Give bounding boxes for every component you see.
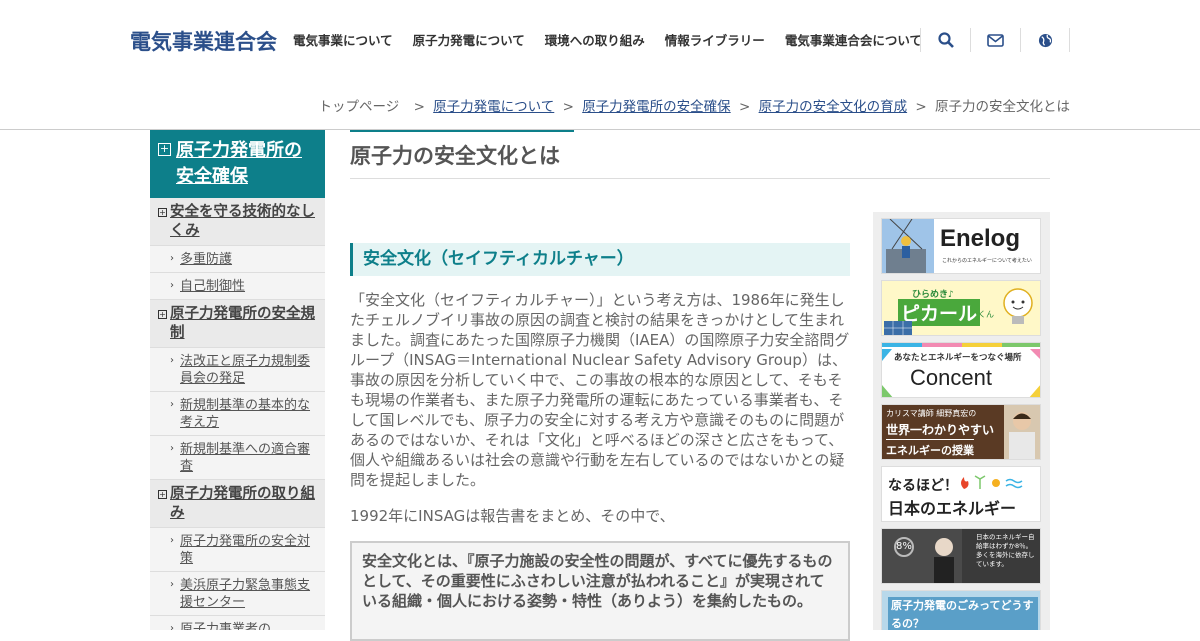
sidebar-category-initiatives[interactable]: + 原子力発電所の取り組み [150,480,325,528]
breadcrumb-home[interactable]: トップページ [319,99,400,115]
sidebar-item-self-control[interactable]: › 自己制御性 [150,273,325,300]
banner-column: Enelog これからのエネルギーについて考えたい ひらめき♪ ピカール くん … [873,212,1050,630]
self-sufficiency-text: 日本のエネルギー自給率はわずか8％。多くを海外に依存しています。 [976,533,1035,568]
sidebar-item-mihama-center[interactable]: › 美浜原子力緊急事態支援センター [150,572,325,616]
definition-box: 安全文化とは、『原子力施設の安全性の問題が、すべてに優先するものとして、その重要… [350,541,850,641]
lecture-title: 世界一わかりやすい [886,423,995,437]
sidebar-head[interactable]: + 原子力発電所の安全確保 [150,130,325,198]
search-button[interactable] [920,28,970,52]
breadcrumb-culture[interactable]: 原子力の安全文化の育成 [759,99,908,115]
sidebar: + 原子力発電所の安全確保 + 安全を守る技術的なしくみ › 多重防護 › 自己… [150,130,325,630]
plus-icon: + [158,310,167,319]
lecture-subtitle: エネルギーの授業 [886,439,974,458]
plus-icon: + [158,142,171,156]
site-logo[interactable]: 電気事業連合会 [130,26,277,56]
solar-panel-icon [884,321,912,335]
page-title: 原子力の安全文化とは [350,140,1050,179]
concent-logo: Concent [910,365,992,390]
naruhodo-title: 日本のエネルギー [888,499,1017,518]
breadcrumb: トップページ > 原子力発電について > 原子力発電所の安全確保 > 原子力の安… [319,95,1070,115]
sidebar-category-label: 原子力発電所の安全規制 [170,306,315,341]
mail-icon [987,33,1004,47]
globe-icon [1038,33,1052,47]
sidebar-item-label: 原子力事業者の... [180,622,284,630]
arrow-icon: › [170,535,174,546]
pical-suffix: くん [978,310,994,319]
plus-icon: + [158,208,167,217]
energy-icons [961,475,1023,489]
breadcrumb-safety[interactable]: 原子力発電所の安全確保 [582,99,731,115]
breadcrumb-separator: > [562,99,574,115]
enelog-tagline: これからのエネルギーについて考えたい [942,258,1032,264]
sidebar-item-multiple-defense[interactable]: › 多重防護 [150,246,325,273]
contact-button[interactable] [970,28,1020,52]
sidebar-item-label: 新規制基準の基本的な考え方 [180,398,311,430]
section-heading: 安全文化（セイフティカルチャー） [350,243,850,276]
self-sufficiency-number: 8% [896,541,912,552]
nav-item-nuclear[interactable]: 原子力発電について [413,30,525,49]
nuclear-waste-title: 原子力発電のごみってどうするの？ [888,597,1038,630]
arrow-icon: › [170,253,174,264]
concent-tagline: あなたとエネルギーをつなぐ場所 [894,353,1022,363]
lecturer-photo [1004,405,1040,459]
banner-naruhodo[interactable]: なるほど！ 日本のエネルギー [881,466,1041,522]
breadcrumb-current: 原子力の安全文化とは [935,99,1070,115]
breadcrumb-separator: > [915,99,927,115]
banner-concent[interactable]: あなたとエネルギーをつなぐ場所 Concent [881,342,1041,398]
sidebar-item-operators[interactable]: › 原子力事業者の... [150,616,325,630]
sidebar-item-label: 多重防護 [180,252,233,267]
body-paragraph: 1992年にINSAGは報告書をまとめ、その中で、 [350,507,675,525]
body-paragraph: 「安全文化（セイフティカルチャー）」という考え方は、1986年に発生したチェルノ… [350,291,850,489]
sidebar-item-conformity-review[interactable]: › 新規制基準への適合審査 [150,436,325,480]
naruhodo-tagline: なるほど！ [888,478,958,494]
nav-item-environment[interactable]: 環境への取り組み [545,30,645,49]
sidebar-category-label: 安全を守る技術的なしくみ [170,204,315,239]
language-button[interactable] [1020,28,1070,52]
breadcrumb-separator: > [413,99,425,115]
lecture-tagline: カリスマ講師 細野真宏の [886,409,977,418]
sidebar-category-label: 原子力発電所の取り組み [170,486,315,521]
sidebar-item-safety-measures[interactable]: › 原子力発電所の安全対策 [150,528,325,572]
chart-illustration [882,529,962,583]
sidebar-head-label: 原子力発電所の安全確保 [176,140,302,187]
breadcrumb-nuclear[interactable]: 原子力発電について [433,99,554,115]
site-header: 電気事業連合会 電気事業について 原子力発電について 環境への取り組み 情報ライ… [0,0,1200,130]
sidebar-item-label: 美浜原子力緊急事態支援センター [180,578,311,610]
breadcrumb-separator: > [738,99,751,115]
banner-lecture[interactable]: カリスマ講師 細野真宏の 世界一わかりやすい エネルギーの授業 [881,404,1041,460]
sidebar-item-law-revision[interactable]: › 法改正と原子力規制委員会の発足 [150,348,325,392]
lineworker-photo [882,219,934,273]
sidebar-item-label: 新規制基準への適合審査 [180,442,311,474]
nav-item-denki[interactable]: 電気事業について [293,30,393,49]
sidebar-category-regulation[interactable]: + 原子力発電所の安全規制 [150,300,325,348]
arrow-icon: › [170,399,174,410]
sidebar-category-technical[interactable]: + 安全を守る技術的なしくみ [150,198,325,246]
nav-item-about[interactable]: 電気事業連合会について [785,30,922,49]
plus-icon: + [158,490,167,499]
arrow-icon: › [170,280,174,291]
title-accent-bar [350,130,574,132]
sidebar-item-new-standards[interactable]: › 新規制基準の基本的な考え方 [150,392,325,436]
sidebar-item-label: 原子力発電所の安全対策 [180,534,311,566]
banner-self-sufficiency[interactable]: 8% 日本のエネルギー自給率はわずか8％。多くを海外に依存しています。 [881,528,1041,584]
sidebar-item-label: 自己制御性 [180,279,246,294]
arrow-icon: › [170,443,174,454]
bulb-character-icon [1003,288,1033,324]
search-icon [937,32,954,48]
arrow-icon: › [170,579,174,590]
sidebar-item-label: 法改正と原子力規制委員会の発足 [180,354,311,386]
banner-enelog[interactable]: Enelog これからのエネルギーについて考えたい [881,218,1041,274]
nav-item-library[interactable]: 情報ライブラリー [665,30,765,49]
arrow-icon: › [170,355,174,366]
arrow-icon: › [170,623,174,630]
enelog-logo: Enelog [940,225,1021,252]
global-nav: 電気事業について 原子力発電について 環境への取り組み 情報ライブラリー 電気事… [293,30,942,49]
banner-nuclear-waste[interactable]: 原子力発電のごみってどうするの？ [881,590,1041,630]
banner-pical[interactable]: ひらめき♪ ピカール くん [881,280,1041,336]
utility-nav [920,28,1070,52]
main-content: 原子力の安全文化とは 安全文化（セイフティカルチャー） 「安全文化（セイフティカ… [350,130,1050,641]
